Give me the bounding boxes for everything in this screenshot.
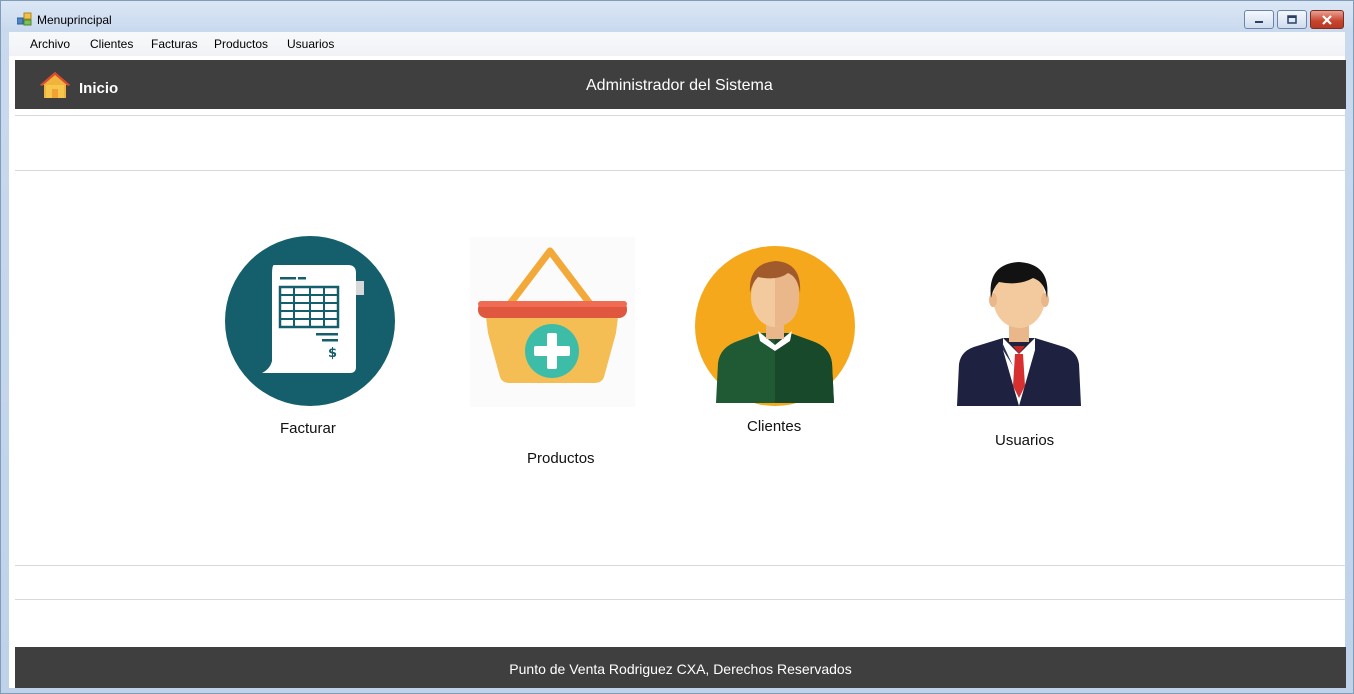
client-area: Archivo Clientes Facturas Productos Usua…	[9, 32, 1346, 688]
menu-usuarios[interactable]: Usuarios	[287, 37, 334, 51]
client-person-icon	[695, 246, 855, 406]
menu-productos[interactable]: Productos	[214, 37, 268, 51]
tile-label-productos: Productos	[527, 450, 595, 467]
divider-top-1	[15, 115, 1346, 116]
menu-bar: Archivo Clientes Facturas Productos Usua…	[9, 32, 1345, 56]
tile-label-facturar: Facturar	[280, 420, 336, 437]
tile-label-clientes: Clientes	[747, 418, 802, 435]
home-icon[interactable]	[39, 70, 71, 100]
divider-bottom-2	[15, 599, 1346, 600]
tile-label-usuarios: Usuarios	[995, 432, 1055, 449]
footer-bar: Punto de Venta Rodriguez CXA, Derechos R…	[15, 647, 1346, 688]
page-title: Administrador del Sistema	[586, 77, 773, 94]
maximize-button[interactable]	[1277, 10, 1307, 29]
minimize-button[interactable]	[1244, 10, 1274, 29]
usuarios-tile[interactable]: Usuarios	[955, 258, 1083, 449]
footer-text: Punto de Venta Rodriguez CXA, Derechos R…	[509, 661, 852, 677]
title-bar[interactable]: Menuprincipal	[1, 1, 1353, 32]
clientes-tile[interactable]: Clientes	[694, 245, 856, 435]
app-window-icon	[17, 12, 32, 26]
svg-text:$: $	[328, 346, 337, 361]
basket-icon	[470, 237, 635, 407]
user-businessman-icon	[957, 262, 1081, 406]
close-button[interactable]	[1310, 10, 1344, 29]
divider-bottom-1	[15, 565, 1346, 566]
close-icon	[1322, 14, 1332, 25]
facturar-tile[interactable]: $ Facturar	[224, 235, 396, 437]
window-title: Menuprincipal	[37, 13, 112, 27]
minimize-icon	[1255, 20, 1263, 23]
menu-facturas[interactable]: Facturas	[151, 37, 198, 51]
app-window: Menuprincipal Archivo Clientes Facturas …	[0, 0, 1354, 694]
invoice-icon: $	[225, 236, 395, 406]
header-bar: Inicio Administrador del Sistema	[15, 60, 1346, 109]
productos-tile[interactable]: Productos	[470, 237, 635, 467]
menu-archivo[interactable]: Archivo	[30, 37, 70, 51]
home-label[interactable]: Inicio	[79, 80, 118, 97]
menu-clientes[interactable]: Clientes	[90, 37, 133, 51]
divider-top-2	[15, 170, 1346, 171]
maximize-icon	[1287, 14, 1297, 24]
